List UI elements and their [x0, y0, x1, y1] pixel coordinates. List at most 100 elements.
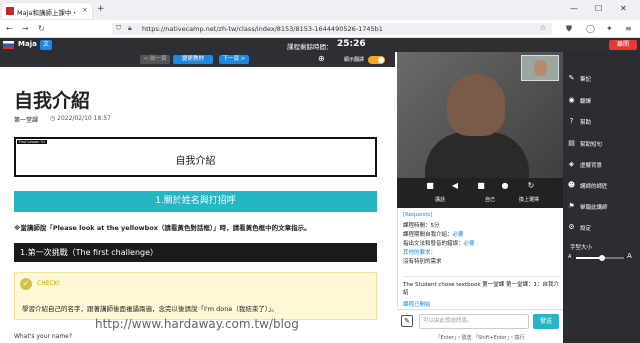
request-text: 課程時間：5分: [403, 223, 440, 229]
self-camera-icon[interactable]: ■: [473, 181, 489, 190]
translate-button[interactable]: 文: [40, 40, 52, 50]
sidebar-item-label: 舉報此講師: [580, 205, 608, 211]
account-icon[interactable]: ◯: [586, 24, 595, 33]
sidebar-item-phrases[interactable]: ▤ 幫助短句: [563, 137, 640, 151]
lesson-box-title: 自我介紹: [175, 156, 216, 167]
chat-hint: 「Enter」・發送 「Shift+Enter」・換行: [397, 333, 563, 343]
back-icon[interactable]: ←: [6, 24, 13, 33]
sidebar-item-help[interactable]: ? 幫助: [563, 115, 640, 129]
sidebar-item-settings[interactable]: ⚙ 設定: [563, 221, 640, 235]
help-icon: ?: [569, 117, 574, 125]
gear-icon: ⚙: [568, 223, 575, 231]
app-header: Maja 文 課程剩餘時間： 25:26 離開: [0, 38, 640, 52]
send-button[interactable]: 發送: [533, 314, 559, 329]
textbook-content[interactable]: 自我介紹 第一堂課 ◷ 2022/02/10 18:57 First Lesso…: [0, 67, 395, 343]
lesson-title: 自我介紹: [14, 90, 91, 112]
bookmark-star-icon[interactable]: ☆: [540, 24, 546, 32]
shield-icon[interactable]: ⛉: [116, 24, 121, 33]
self-head: [534, 60, 547, 76]
translate-toggle-label: 顯示翻譯: [344, 57, 365, 63]
camera-icon[interactable]: ■: [422, 181, 438, 190]
challenge-heading: 1.第一次挑戰（The first challenge）: [14, 243, 377, 262]
video-controls: ■ ◀︎ ■ ● ↻ 講話 自己 換上選擇: [397, 178, 563, 208]
sidebar-item-label: 幫助短句: [580, 142, 603, 148]
address-bar[interactable]: ⛉ 🔒︎ https://nativecamp.net/zh-tw/class/…: [112, 23, 552, 35]
note-icon: ✎: [568, 74, 575, 82]
lesson-subtitle: 第一堂課: [14, 117, 39, 124]
divider: [403, 276, 559, 277]
control-label-self: 自己: [485, 197, 496, 203]
sidebar-item-virtual-background[interactable]: ◈ 虛擬背景: [563, 158, 640, 172]
chat-input[interactable]: 可以由此發送訊息。: [419, 314, 529, 329]
pen-icon[interactable]: ✎: [401, 315, 413, 327]
sidebar-item-tutor[interactable]: ☻ 講師的師匠: [563, 179, 640, 193]
chat-row: ✎ 可以由此發送訊息。 發送: [397, 309, 563, 333]
sidebar-item-notes[interactable]: ✎ 筆記: [563, 72, 640, 86]
request-line: 其他的要求：: [403, 250, 437, 256]
student-name: Maja: [18, 40, 37, 48]
change-textbook-button[interactable]: 變更教材: [173, 55, 213, 64]
request-line: 沒有特別的需求: [403, 259, 442, 265]
tutor-icon: ☻: [567, 181, 576, 189]
translate-toggle[interactable]: [368, 56, 385, 64]
sidebar-item-label: 講師的師匠: [580, 184, 608, 190]
font-size-slider[interactable]: [576, 255, 624, 261]
sidebar-item-report[interactable]: ⚑ 舉報此講師: [563, 200, 640, 214]
partial-question: What's your name?: [14, 333, 73, 340]
globe-icon[interactable]: ⊕: [318, 54, 325, 63]
requests-header: [Requests]: [403, 212, 433, 218]
textbook-toolbar: < 前一頁 變更教材 下一頁 > ⊕ 顯示翻譯: [0, 52, 395, 67]
app-root: Maja和講師上課中・ × + — ☐ ✕ ← → ↻ ⛉ 🔒︎ https:/…: [0, 0, 640, 343]
more-message[interactable]: 課程已開始: [403, 300, 431, 308]
request-text: 指出文法和發音的錯誤：: [403, 241, 464, 247]
extensions-icon[interactable]: ✦: [606, 24, 613, 33]
shield-tracker-icon[interactable]: ⛊: [566, 24, 572, 34]
request-line: 課程期間自我介紹：必要: [403, 230, 464, 238]
browser-tab[interactable]: Maja和講師上課中・ ×: [2, 3, 92, 19]
request-value: 必要: [452, 232, 464, 238]
microphone-icon[interactable]: ●: [497, 181, 513, 190]
forward-icon[interactable]: →: [22, 24, 29, 33]
timer-value: 25:26: [337, 39, 366, 49]
flag-icon: [3, 41, 14, 49]
prev-page-button[interactable]: < 前一頁: [140, 55, 170, 64]
yellow-check-box: ✓ CHECK! 學習介紹自己的名字，跟著講師後面複誦兩遍，念完以後請說「I'm…: [14, 272, 377, 320]
new-tab-icon[interactable]: +: [97, 4, 105, 14]
request-line: 指出文法和發音的錯誤：必要: [403, 239, 475, 247]
sidebar-item-label: 虛擬背景: [580, 163, 603, 169]
sidebar-item-label: 翻譯: [580, 99, 592, 105]
background-icon: ◈: [568, 160, 575, 168]
reload-icon[interactable]: ↻: [38, 24, 45, 33]
check-text: 學習介紹自己的名字，跟著講師後面複誦兩遍，念完以後請說「I'm done（我結束…: [22, 305, 278, 313]
instruction-text: ※當講師說「Please look at the yellowbox（請看黃色對…: [14, 224, 311, 232]
timer-label: 課程剩餘時間：: [287, 43, 333, 51]
sidebar-item-label: 幫助: [580, 120, 592, 126]
font-big-icon: A: [627, 252, 632, 260]
font-size-knob[interactable]: [599, 255, 606, 261]
lesson-box-tag: First Lesson 01: [17, 140, 48, 144]
section-heading: 1.關於姓名與打招呼: [14, 191, 377, 212]
request-value: 必要: [463, 241, 475, 247]
font-small-icon: A: [568, 254, 572, 260]
switch-icon[interactable]: ↻: [523, 181, 539, 190]
system-message: The Student chose textbook 第一堂課 第一堂課：1：自…: [403, 282, 560, 296]
lock-icon[interactable]: 🔒︎: [128, 24, 132, 33]
next-page-button[interactable]: 下一頁 >: [219, 55, 249, 64]
exit-button[interactable]: 離開: [609, 40, 637, 50]
maximize-icon[interactable]: ☐: [595, 4, 602, 13]
window-close-icon[interactable]: ✕: [620, 4, 627, 13]
browser-tabstrip: Maja和講師上課中・ × + — ☐ ✕: [0, 0, 640, 20]
close-icon[interactable]: ×: [82, 6, 88, 14]
menu-icon[interactable]: ≡: [625, 24, 632, 33]
lesson-box: First Lesson 01 自我介紹: [14, 137, 377, 177]
minimize-icon[interactable]: —: [570, 4, 578, 13]
sidebar-item-translate[interactable]: ◉ 翻譯: [563, 94, 640, 108]
speaker-icon[interactable]: ◀︎: [447, 181, 463, 190]
favicon-icon: [6, 7, 14, 15]
request-line: 課程時間：5分: [403, 221, 440, 229]
control-label-speak: 講話: [435, 197, 446, 203]
phrases-icon: ▤: [568, 139, 575, 147]
sidebar-item-label: 筆記: [580, 77, 592, 83]
translate-icon: ◉: [568, 96, 575, 104]
tutor-head: [447, 74, 505, 136]
